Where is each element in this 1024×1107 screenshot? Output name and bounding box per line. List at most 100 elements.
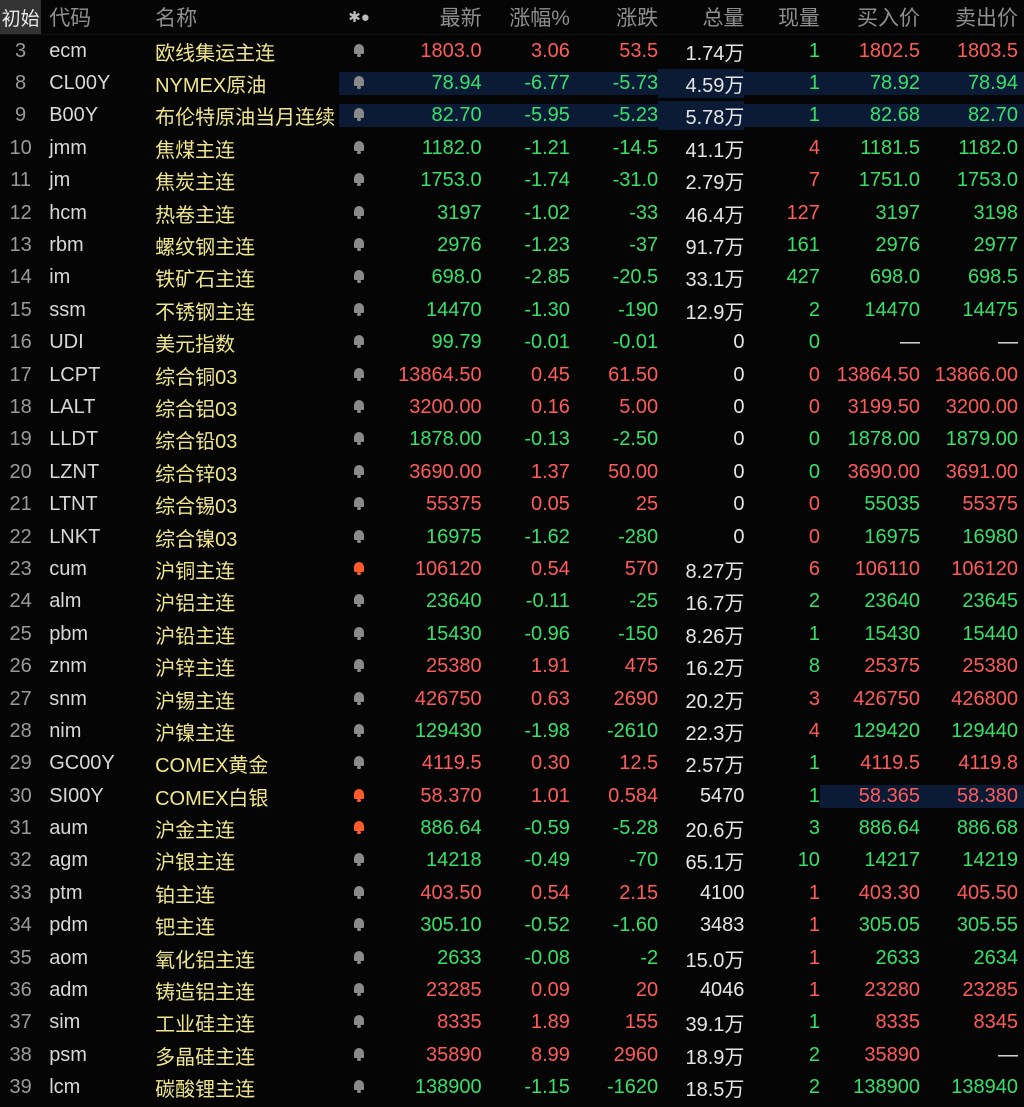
table-row[interactable]: 10 jmm 焦煤主连 1182.0 -1.21 -14.5 41.1万 4 1181.5 118… xyxy=(0,132,1024,164)
bell-icon[interactable] xyxy=(352,658,366,673)
bell-icon[interactable] xyxy=(352,820,366,835)
table-row[interactable]: 31 aum 沪金主连 886.64 -0.59 -5.28 20.6万 3 886.64 886… xyxy=(0,812,1024,844)
bell-icon[interactable] xyxy=(352,950,366,964)
col-bid[interactable]: 买入价 xyxy=(820,2,920,32)
col-ask[interactable]: 卖出价 xyxy=(920,2,1024,32)
bell-icon[interactable] xyxy=(352,302,366,316)
bell-icon[interactable] xyxy=(352,626,366,640)
alert-bell-cell[interactable] xyxy=(339,849,378,872)
bell-icon[interactable] xyxy=(352,140,366,154)
alert-bell-cell[interactable] xyxy=(339,396,378,419)
alert-bell-cell[interactable] xyxy=(339,590,378,613)
alert-bell-cell[interactable] xyxy=(339,493,378,516)
col-last[interactable]: 最新 xyxy=(379,2,486,32)
bell-icon[interactable] xyxy=(352,269,366,284)
bell-icon[interactable] xyxy=(352,691,366,705)
table-row[interactable]: 18 LALT 综合铝03 3200.00 0.16 5.00 0 0 3199.50 3200.… xyxy=(0,391,1024,423)
bell-icon[interactable] xyxy=(352,334,366,349)
alert-bell-cell[interactable] xyxy=(339,558,378,581)
alert-bell-cell[interactable] xyxy=(339,234,378,257)
table-row[interactable]: 8 CL00Y NYMEX原油 78.94 -6.77 -5.73 4.59万 1 78.92 7… xyxy=(0,67,1024,99)
alert-bell-cell[interactable] xyxy=(339,461,378,484)
table-row[interactable]: 28 nim 沪镍主连 129430 -1.98 -2610 22.3万 4 129420 129… xyxy=(0,715,1024,747)
bell-icon[interactable] xyxy=(352,593,366,608)
alert-bell-cell[interactable] xyxy=(339,526,378,549)
table-row[interactable]: 22 LNKT 综合镍03 16975 -1.62 -280 0 0 16975 16980 xyxy=(0,521,1024,553)
alert-bell-cell[interactable] xyxy=(339,785,378,808)
alert-bell-cell[interactable] xyxy=(339,299,378,322)
table-row[interactable]: 11 jm 焦炭主连 1753.0 -1.74 -31.0 2.79万 7 1751.0 1753… xyxy=(0,165,1024,197)
table-row[interactable]: 35 aom 氧化铝主连 2633 -0.08 -2 15.0万 1 2633 2634 xyxy=(0,942,1024,974)
table-row[interactable]: 13 rbm 螺纹钢主连 2976 -1.23 -37 91.7万 161 2976 2977 xyxy=(0,229,1024,261)
table-row[interactable]: 37 sim 工业硅主连 8335 1.89 155 39.1万 1 8335 8345 xyxy=(0,1007,1024,1039)
alert-bell-cell[interactable] xyxy=(339,720,378,743)
bell-icon[interactable] xyxy=(352,561,366,575)
bell-icon[interactable] xyxy=(352,496,366,511)
col-flags[interactable]: ✱● xyxy=(339,8,378,26)
alert-bell-cell[interactable] xyxy=(339,104,379,128)
table-row[interactable]: 27 snm 沪锡主连 426750 0.63 2690 20.2万 3 426750 42680… xyxy=(0,683,1024,715)
alert-bell-cell[interactable] xyxy=(339,40,378,63)
table-row[interactable]: 24 alm 沪铝主连 23640 -0.11 -25 16.7万 2 23640 23645 xyxy=(0,586,1024,618)
alert-bell-cell[interactable] xyxy=(339,202,378,225)
table-row[interactable]: 15 ssm 不锈钢主连 14470 -1.30 -190 12.9万 2 14470 14475 xyxy=(0,294,1024,326)
table-row[interactable]: 16 UDI 美元指数 99.79 -0.01 -0.01 0 0 — — xyxy=(0,327,1024,359)
col-vol[interactable]: 总量 xyxy=(658,2,744,32)
bell-icon[interactable] xyxy=(352,464,366,478)
bell-icon[interactable] xyxy=(352,172,366,187)
col-chg[interactable]: 涨跌 xyxy=(570,2,658,32)
bell-icon[interactable] xyxy=(352,107,366,122)
col-pct[interactable]: 涨幅% xyxy=(486,2,570,32)
table-row[interactable]: 25 pbm 沪铅主连 15430 -0.96 -150 8.26万 1 15430 15440 xyxy=(0,618,1024,650)
bell-icon[interactable] xyxy=(352,755,366,770)
alert-bell-cell[interactable] xyxy=(339,72,379,96)
bell-icon[interactable] xyxy=(352,885,366,899)
bell-icon[interactable] xyxy=(352,399,366,413)
bell-icon[interactable] xyxy=(352,1079,366,1094)
alert-bell-cell[interactable] xyxy=(339,947,378,970)
bell-icon[interactable] xyxy=(352,431,366,446)
table-row[interactable]: 36 adm 铸造铝主连 23285 0.09 20 4046 1 23280 23285 xyxy=(0,974,1024,1006)
tab-initial[interactable]: 初始 xyxy=(0,0,42,34)
bell-icon[interactable] xyxy=(352,237,366,252)
alert-bell-cell[interactable] xyxy=(339,331,378,354)
alert-bell-cell[interactable] xyxy=(339,169,378,192)
alert-bell-cell[interactable] xyxy=(339,752,378,775)
table-row[interactable]: 33 ptm 铂主连 403.50 0.54 2.15 4100 1 403.30 405.50 xyxy=(0,877,1024,909)
bell-icon[interactable] xyxy=(352,75,366,90)
table-row[interactable]: 23 cum 沪铜主连 106120 0.54 570 8.27万 6 106110 106120 xyxy=(0,553,1024,585)
alert-bell-cell[interactable] xyxy=(339,1044,378,1067)
table-row[interactable]: 26 znm 沪锌主连 25380 1.91 475 16.2万 8 25375 25380 xyxy=(0,650,1024,682)
alert-bell-cell[interactable] xyxy=(339,817,378,840)
alert-bell-cell[interactable] xyxy=(339,655,378,678)
bell-icon[interactable] xyxy=(352,43,366,57)
table-row[interactable]: 32 agm 沪银主连 14218 -0.49 -70 65.1万 10 14217 14219 xyxy=(0,845,1024,877)
alert-bell-cell[interactable] xyxy=(339,623,378,646)
table-row[interactable]: 21 LTNT 综合锡03 55375 0.05 25 0 0 55035 55375 xyxy=(0,488,1024,520)
table-row[interactable]: 39 lcm 碳酸锂主连 138900 -1.15 -1620 18.5万 2 138900 13… xyxy=(0,1072,1024,1104)
col-name[interactable]: 名称 xyxy=(155,2,339,32)
table-row[interactable]: 30 SI00Y COMEX白银 58.370 1.01 0.584 5470 1 58.365… xyxy=(0,780,1024,812)
alert-bell-cell[interactable] xyxy=(339,137,378,160)
bell-icon[interactable] xyxy=(352,982,366,997)
table-row[interactable]: 34 pdm 钯主连 305.10 -0.52 -1.60 3483 1 305.05 305.5… xyxy=(0,910,1024,942)
bell-icon[interactable] xyxy=(352,529,366,543)
alert-bell-cell[interactable] xyxy=(339,1076,378,1099)
table-row[interactable]: 20 LZNT 综合锌03 3690.00 1.37 50.00 0 0 3690.00 3691… xyxy=(0,456,1024,488)
table-row[interactable]: 29 GC00Y COMEX黄金 4119.5 0.30 12.5 2.57万 1 4119.5… xyxy=(0,748,1024,780)
alert-bell-cell[interactable] xyxy=(339,688,378,711)
col-cur[interactable]: 现量 xyxy=(744,2,820,32)
bell-icon[interactable] xyxy=(352,1014,366,1029)
alert-bell-cell[interactable] xyxy=(339,979,378,1002)
bell-icon[interactable] xyxy=(352,788,366,802)
bell-icon[interactable] xyxy=(352,723,366,737)
alert-bell-cell[interactable] xyxy=(339,882,378,905)
col-code[interactable]: 代码 xyxy=(41,2,155,32)
table-row[interactable]: 9 B00Y 布伦特原油当月连续 82.70 -5.95 -5.23 5.78万 1 82.68… xyxy=(0,100,1024,132)
table-row[interactable]: 17 LCPT 综合铜03 13864.50 0.45 61.50 0 0 13864.50 13… xyxy=(0,359,1024,391)
alert-bell-cell[interactable] xyxy=(339,1011,378,1034)
table-row[interactable]: 38 psm 多晶硅主连 35890 8.99 2960 18.9万 2 35890 — xyxy=(0,1039,1024,1071)
bell-icon[interactable] xyxy=(352,367,366,381)
alert-bell-cell[interactable] xyxy=(339,266,378,289)
bell-icon[interactable] xyxy=(352,1047,366,1061)
